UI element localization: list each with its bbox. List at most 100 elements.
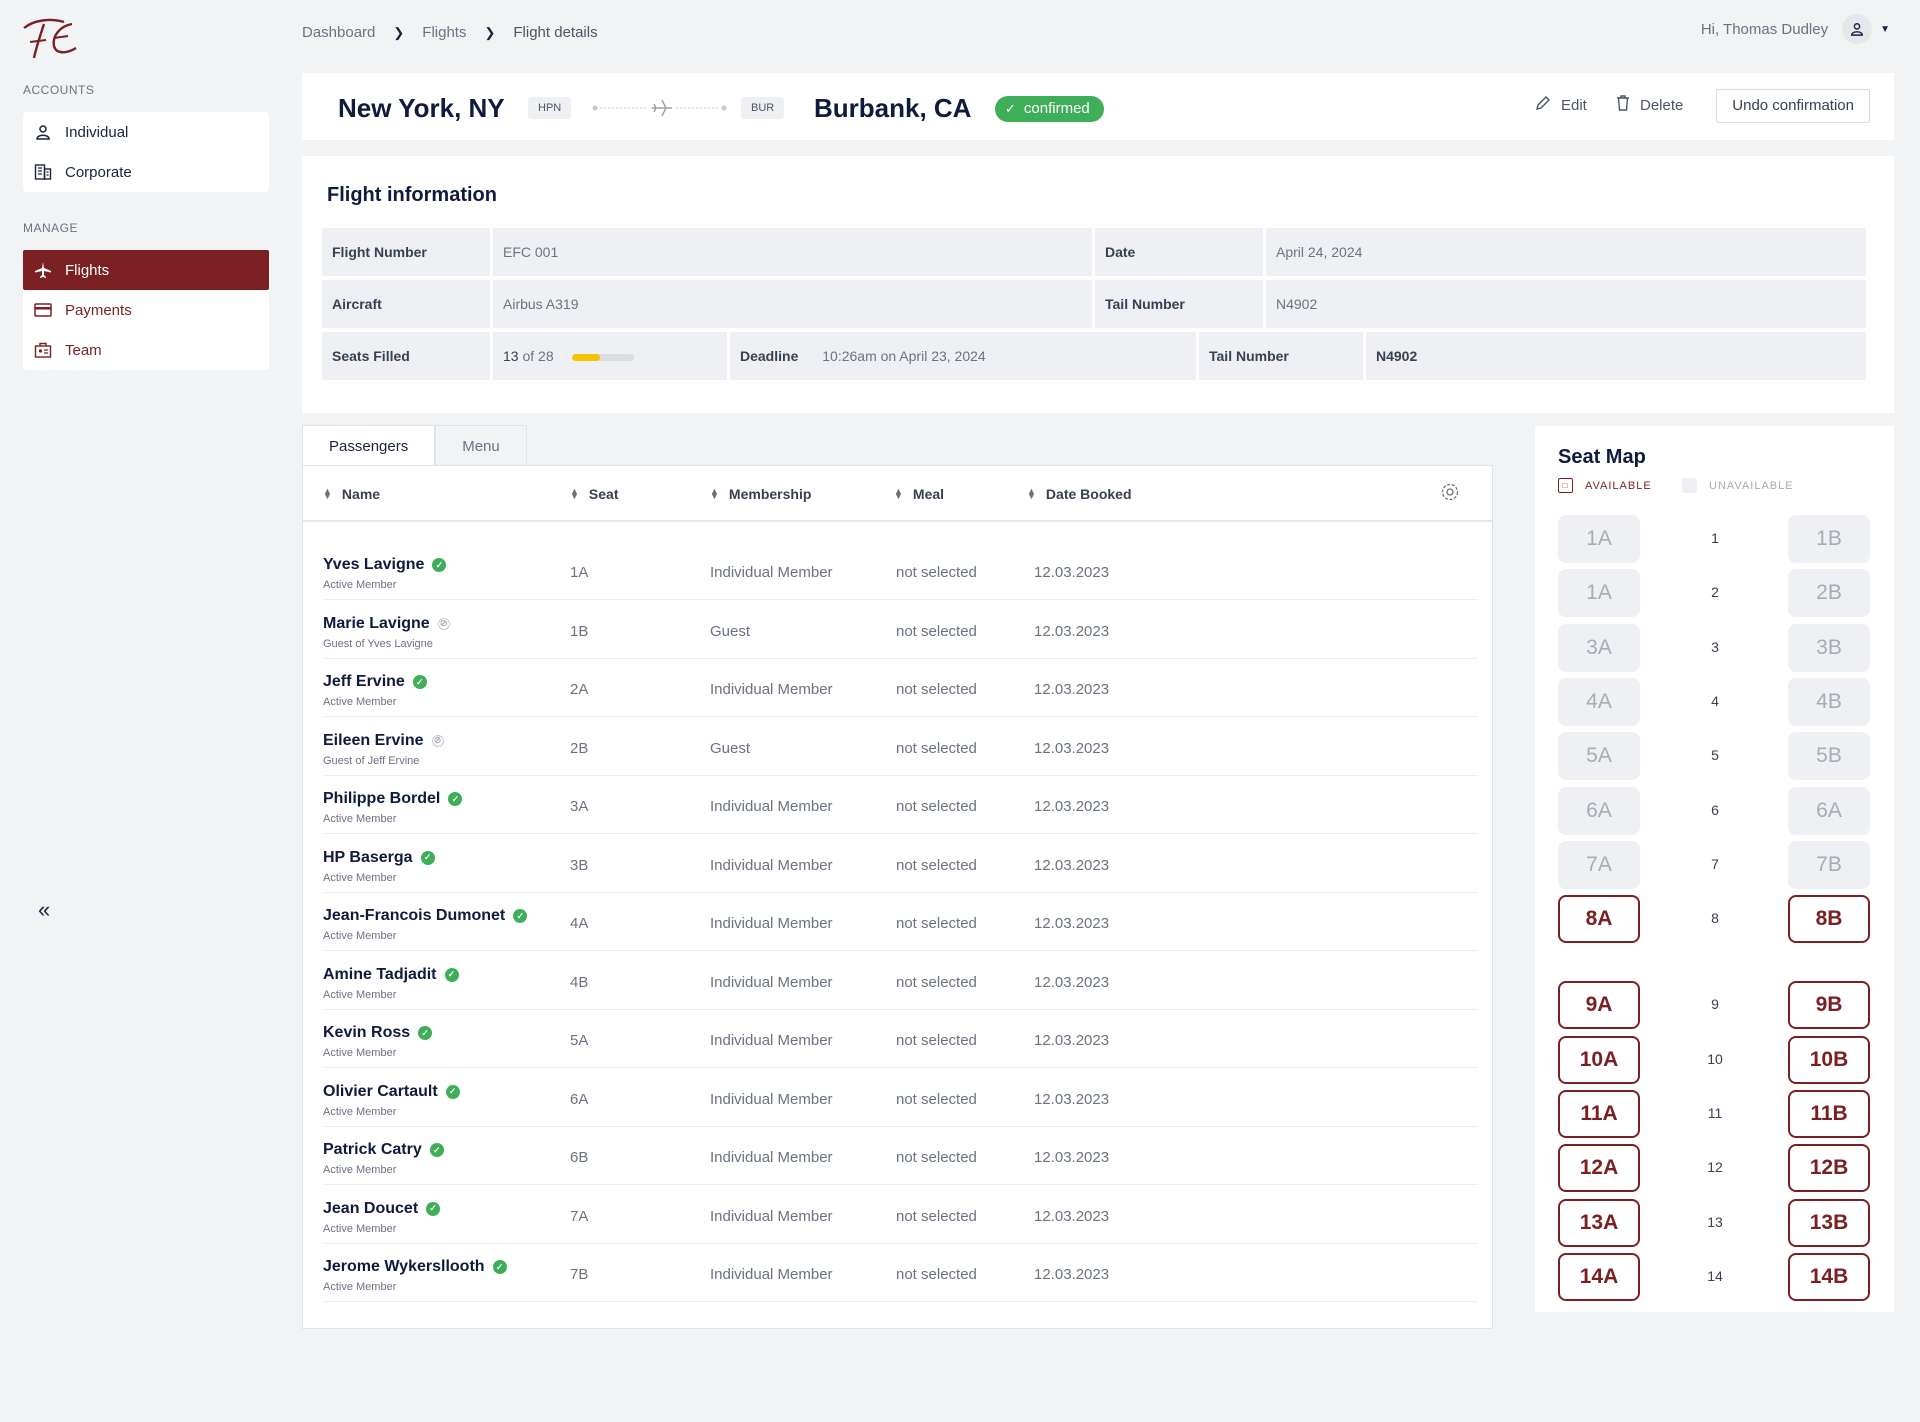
seat-button[interactable]: 7B — [1788, 840, 1870, 889]
sidebar-item-team[interactable]: Team — [23, 330, 269, 370]
sidebar-item-label: Payments — [65, 301, 132, 319]
seat-button[interactable]: 8B — [1788, 895, 1870, 944]
column-header-meal[interactable]: ▲ ▼ Meal — [894, 486, 944, 502]
sidebar-item-individual[interactable]: Individual — [23, 112, 269, 152]
seat-button[interactable]: 11A — [1558, 1090, 1640, 1138]
origin-city: New York, NY — [338, 93, 505, 123]
passenger-subtitle: Active Member — [323, 1281, 397, 1293]
seat-button[interactable]: 1A — [1558, 569, 1640, 618]
seat-button[interactable]: 10A — [1558, 1035, 1640, 1084]
cell-meal: not selected — [896, 622, 977, 640]
seat-button[interactable]: 11B — [1788, 1090, 1870, 1138]
seat-button[interactable]: 6A — [1788, 786, 1870, 835]
seat-button[interactable]: 14B — [1788, 1252, 1870, 1301]
status-label: confirmed — [1023, 100, 1090, 117]
passenger-name[interactable]: Kevin Ross ✓ — [323, 1024, 433, 1042]
cell-membership: Guest — [710, 739, 751, 757]
column-header-name[interactable]: ▲ ▼ Name — [323, 486, 380, 502]
passenger-name[interactable]: Marie Lavigne ⊘ — [323, 615, 450, 633]
sort-icon: ▲ ▼ — [1027, 486, 1036, 501]
passenger-name[interactable]: Patrick Catry ✓ — [323, 1141, 444, 1159]
breadcrumb-dashboard[interactable]: Dashboard — [302, 24, 375, 41]
breadcrumb-flights[interactable]: Flights — [422, 24, 466, 41]
seat-button[interactable]: 8A — [1558, 895, 1640, 944]
row-number: 1 — [1711, 530, 1719, 546]
seat-button[interactable]: 2B — [1788, 569, 1870, 618]
passenger-subtitle: Active Member — [323, 871, 397, 884]
verified-check-icon: ✓ — [429, 1143, 444, 1157]
user-greeting: Hi, Thomas Dudley — [1700, 20, 1829, 38]
column-header-membership[interactable]: ▲ ▼ Membership — [710, 486, 811, 502]
passenger-subtitle: Active Member — [323, 1047, 397, 1059]
seat-button[interactable]: 5B — [1788, 732, 1870, 781]
table-row[interactable]: HP Baserga ✓ Active Member 3B Individual Mem… — [323, 835, 1478, 893]
seat-button[interactable]: 1A — [1558, 515, 1640, 563]
table-row[interactable]: Kevin Ross ✓ Active Member 5A Individual Mem… — [323, 1010, 1478, 1068]
seat-button[interactable]: 6A — [1558, 786, 1640, 835]
verified-check-icon: ✓ — [432, 558, 447, 572]
tab-menu[interactable]: Menu — [435, 425, 527, 466]
seat-button[interactable]: 3B — [1788, 623, 1870, 672]
seat-button[interactable]: 4B — [1788, 677, 1870, 726]
passenger-name[interactable]: Amine Tadjadit ✓ — [323, 966, 459, 984]
legend-available: □ AVAILABLE — [1558, 478, 1652, 493]
seat-button[interactable]: 5A — [1558, 732, 1640, 781]
table-row[interactable]: Jean Doucet ✓ Active Member 7A Individual Me… — [323, 1186, 1478, 1244]
column-header-date-booked[interactable]: ▲ ▼ Date Booked — [1027, 486, 1132, 502]
guest-icon: ⊘ — [437, 617, 450, 630]
passenger-name[interactable]: Olivier Cartault ✓ — [323, 1083, 460, 1101]
passenger-name[interactable]: Eileen Ervine ⊘ — [323, 732, 444, 750]
flight-number-value: EFC 001 — [493, 228, 1092, 276]
seat-button[interactable]: 1B — [1788, 515, 1870, 563]
seat-button[interactable]: 9A — [1558, 981, 1640, 1030]
seat-button[interactable]: 7A — [1558, 840, 1640, 889]
seat-button[interactable]: 13A — [1558, 1198, 1640, 1247]
passenger-name[interactable]: Philippe Bordel ✓ — [323, 790, 463, 808]
sidebar-item-flights[interactable]: Flights — [23, 250, 269, 290]
seat-button[interactable]: 12B — [1788, 1144, 1870, 1193]
avatar[interactable] — [1842, 14, 1873, 44]
cell-meal: not selected — [896, 1149, 977, 1166]
table-row[interactable]: Marie Lavigne ⊘ Guest of Yves Lavigne 1B Gue… — [323, 601, 1478, 659]
seat-button[interactable]: 3A — [1558, 623, 1640, 672]
seat-button[interactable]: 12A — [1558, 1144, 1640, 1193]
sidebar-item-corporate[interactable]: Corporate — [23, 152, 269, 192]
table-row[interactable]: Patrick Catry ✓ Active Member 6B Individual … — [323, 1127, 1478, 1185]
passenger-name[interactable]: Jerome Wykersllooth ✓ — [323, 1258, 507, 1276]
seat-button[interactable]: 10B — [1788, 1035, 1870, 1084]
table-row[interactable]: Olivier Cartault ✓ Active Member 6A Individu… — [323, 1069, 1478, 1127]
column-header-seat[interactable]: ▲ ▼ Seat — [570, 486, 619, 502]
caret-down-icon[interactable]: ▼ — [1880, 24, 1890, 35]
credit-card-icon — [33, 300, 53, 320]
table-row[interactable]: Jeff Ervine ✓ Active Member 2A Individual Me… — [323, 659, 1478, 717]
row-number: 7 — [1711, 855, 1719, 872]
user-menu[interactable]: Hi, Thomas Dudley ▼ — [1701, 14, 1890, 44]
seat-button[interactable]: 14A — [1558, 1252, 1640, 1301]
undo-confirmation-button[interactable]: Undo confirmation — [1716, 89, 1870, 123]
seats-filled-label: Seats Filled — [322, 332, 490, 380]
passenger-name[interactable]: Jeff Ervine ✓ — [323, 673, 427, 691]
delete-button[interactable]: Delete — [1616, 95, 1683, 115]
tab-passengers[interactable]: Passengers — [302, 425, 436, 466]
gear-icon[interactable] — [1440, 482, 1460, 502]
brand-logo — [23, 18, 77, 59]
seat-button[interactable]: 13B — [1788, 1198, 1870, 1247]
sidebar-item-payments[interactable]: Payments — [23, 290, 269, 330]
edit-button[interactable]: Edit — [1535, 95, 1587, 115]
seat-button[interactable]: 9B — [1788, 981, 1870, 1030]
collapse-sidebar-icon[interactable]: « — [38, 897, 50, 923]
passenger-name[interactable]: Yves Lavigne ✓ — [323, 556, 447, 574]
verified-check-icon: ✓ — [513, 909, 528, 923]
passenger-name[interactable]: HP Baserga ✓ — [323, 849, 435, 867]
table-row[interactable]: Jerome Wykersllooth ✓ Active Member 7B Indiv… — [323, 1244, 1478, 1302]
table-row[interactable]: Jean-Francois Dumonet ✓ Active Member 4A Ind… — [323, 893, 1478, 951]
seats-progress-bar — [571, 353, 634, 361]
table-row[interactable]: Amine Tadjadit ✓ Active Member 4B Individual… — [323, 952, 1478, 1010]
section-title: Flight information — [327, 184, 497, 206]
table-row[interactable]: Eileen Ervine ⊘ Guest of Jeff Ervine 2B Gues… — [323, 718, 1478, 776]
table-row[interactable]: Yves Lavigne ✓ Active Member 1A Individual M… — [323, 542, 1478, 600]
table-row[interactable]: Philippe Bordel ✓ Active Member 3A Individua… — [323, 776, 1478, 834]
seat-button[interactable]: 4A — [1558, 677, 1640, 726]
passenger-name[interactable]: Jean Doucet ✓ — [323, 1200, 441, 1218]
passenger-name[interactable]: Jean-Francois Dumonet ✓ — [323, 907, 528, 925]
